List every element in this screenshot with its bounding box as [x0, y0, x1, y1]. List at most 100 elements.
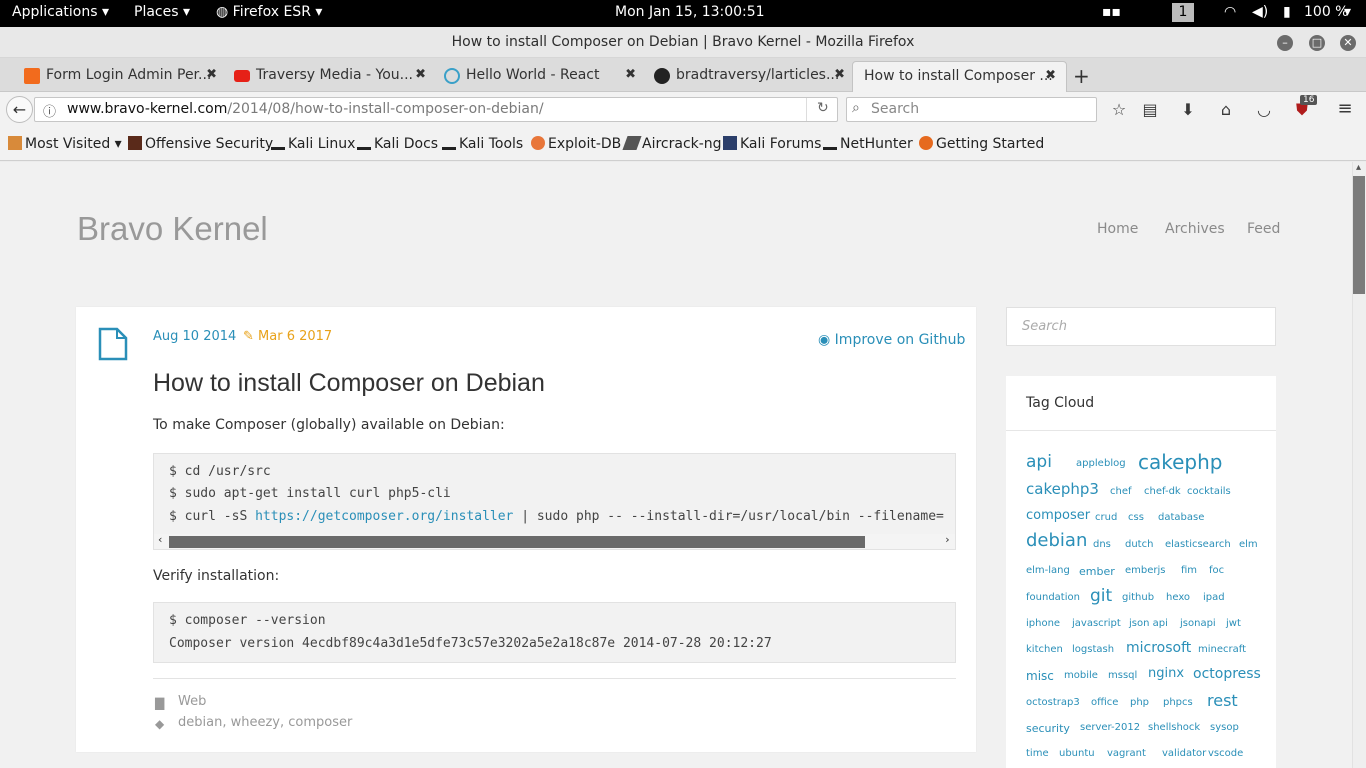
reader-list-icon[interactable]: ▤	[1140, 100, 1160, 119]
installer-link[interactable]: https://getcomposer.org/installer	[255, 509, 513, 524]
tag-link[interactable]: office	[1091, 697, 1118, 708]
tag-link[interactable]: jwt	[1226, 618, 1241, 629]
pocket-icon[interactable]: ◡	[1254, 100, 1274, 119]
tag-link[interactable]: ipad	[1203, 592, 1225, 603]
close-tab-icon[interactable]: ✖	[625, 67, 636, 82]
maximize-icon[interactable]: □	[1309, 35, 1325, 51]
tag-link[interactable]: rest	[1207, 691, 1238, 710]
tag-link[interactable]: emberjs	[1125, 565, 1166, 576]
bookmark-aircrack-ng[interactable]: Aircrack-ng	[622, 136, 722, 152]
new-tab-icon[interactable]: +	[1073, 64, 1090, 88]
tag-link[interactable]: misc	[1026, 669, 1054, 683]
tag-link[interactable]: fim	[1181, 565, 1197, 576]
page-scroll-thumb[interactable]	[1353, 176, 1365, 294]
close-tab-icon[interactable]: ✖	[415, 67, 426, 82]
tag-link[interactable]: nginx	[1148, 666, 1184, 681]
tag-link[interactable]: css	[1128, 512, 1144, 523]
tag-link[interactable]: octostrap3	[1026, 697, 1080, 708]
tag-link[interactable]: foc	[1209, 565, 1224, 576]
tag-link[interactable]: chef-dk	[1144, 486, 1181, 497]
tag-link[interactable]: mssql	[1108, 670, 1137, 681]
hamburger-menu-icon[interactable]: ≡	[1335, 98, 1355, 119]
tab-traversy-media[interactable]: Traversy Media - You... ✖	[234, 61, 426, 92]
clock[interactable]: Mon Jan 15, 13:00:51	[615, 4, 765, 20]
tag-link[interactable]: crud	[1095, 512, 1117, 523]
tab-hello-world-react[interactable]: Hello World - React ✖	[444, 61, 636, 92]
tab-bradtraversy-larticles[interactable]: bradtraversy/larticles... ✖	[654, 61, 845, 92]
tag-link[interactable]: database	[1158, 512, 1204, 523]
nav-home[interactable]: Home	[1097, 221, 1138, 237]
back-icon[interactable]: ←	[6, 96, 33, 123]
tag-link[interactable]: php	[1130, 697, 1149, 708]
wifi-icon[interactable]: ◠	[1224, 4, 1236, 20]
tab-form-login[interactable]: Form Login Admin Per... ✖	[24, 61, 217, 92]
downloads-icon[interactable]: ⬇	[1178, 100, 1198, 119]
sidebar-search-input[interactable]: Search	[1006, 307, 1276, 346]
bookmark-getting-started[interactable]: Getting Started	[919, 136, 1044, 152]
tag-link[interactable]: ubuntu	[1059, 748, 1095, 759]
workspace-indicator[interactable]: 1	[1172, 3, 1194, 22]
tag-link[interactable]: javascript	[1072, 618, 1121, 629]
bookmark-kali-linux[interactable]: Kali Linux	[271, 136, 355, 152]
tag-link[interactable]: security	[1026, 722, 1070, 735]
nav-archives[interactable]: Archives	[1165, 221, 1225, 237]
tag-link[interactable]: kitchen	[1026, 644, 1063, 655]
bookmark-nethunter[interactable]: NetHunter	[823, 136, 913, 152]
tag-link[interactable]: blog	[1104, 458, 1126, 469]
bookmark-offensive-security[interactable]: Offensive Security	[128, 136, 273, 152]
tag-link[interactable]: octopress	[1193, 666, 1261, 682]
search-bar[interactable]: ⌕ Search	[846, 97, 1097, 122]
battery-icon[interactable]: ▮	[1283, 4, 1291, 20]
tag-link[interactable]: elm	[1239, 539, 1258, 550]
tag-link[interactable]: hexo	[1166, 592, 1190, 603]
applications-menu[interactable]: Applications ▾	[12, 4, 109, 20]
volume-icon[interactable]: ◀)	[1252, 4, 1268, 20]
tag-link[interactable]: elasticsearch	[1165, 539, 1231, 550]
tag-link[interactable]: debian	[1026, 530, 1087, 551]
bookmark-most-visited[interactable]: Most Visited ▾	[8, 136, 122, 152]
minimize-icon[interactable]: –	[1277, 35, 1293, 51]
tag-link[interactable]: validator	[1162, 748, 1206, 759]
bookmark-star-icon[interactable]: ☆	[1109, 100, 1129, 119]
nav-feed[interactable]: Feed	[1247, 221, 1280, 237]
places-menu[interactable]: Places ▾	[134, 4, 190, 20]
tag-link[interactable]: sysop	[1210, 722, 1239, 733]
bookmark-exploit-db[interactable]: Exploit-DB	[531, 136, 621, 152]
tag-link[interactable]: elm-lang	[1026, 565, 1070, 576]
close-tab-icon[interactable]: ✖	[206, 67, 217, 82]
tag-link[interactable]: iphone	[1026, 618, 1060, 629]
code-horizontal-scrollbar[interactable]: ‹ ›	[154, 533, 955, 549]
improve-on-github-link[interactable]: ◉ Improve on Github	[818, 332, 965, 348]
tag-link[interactable]: git	[1090, 586, 1112, 606]
scroll-left-icon[interactable]: ‹	[157, 533, 164, 546]
tag-link[interactable]: jsonapi	[1180, 618, 1216, 629]
info-icon[interactable]: ⓘ	[43, 101, 56, 120]
camera-icon[interactable]: ▪▪	[1102, 4, 1121, 20]
tag-link[interactable]: phpcs	[1163, 697, 1193, 708]
home-icon[interactable]: ⌂	[1216, 100, 1236, 119]
tag-link[interactable]: server-2012	[1080, 722, 1140, 733]
tag-link[interactable]: shellshock	[1148, 722, 1200, 733]
bookmark-kali-forums[interactable]: Kali Forums	[723, 136, 821, 152]
tag-link[interactable]: cakephp3	[1026, 480, 1099, 498]
scroll-right-icon[interactable]: ›	[944, 533, 951, 546]
tag-link[interactable]: vscode	[1208, 748, 1243, 759]
tag-link[interactable]: microsoft	[1126, 640, 1191, 656]
close-window-icon[interactable]: ✕	[1340, 35, 1356, 51]
tab-how-to-install-composer[interactable]: How to install Composer ... ✖	[852, 61, 1067, 92]
tag-link[interactable]: api	[1026, 452, 1052, 472]
reload-icon[interactable]: ↻	[817, 100, 829, 116]
tag-link[interactable]: logstash	[1072, 644, 1114, 655]
tag-link[interactable]: mobile	[1064, 670, 1098, 681]
tag-link[interactable]: cakephp	[1138, 450, 1223, 474]
tag-link[interactable]: foundation	[1026, 592, 1080, 603]
tag-link[interactable]: minecraft	[1198, 644, 1246, 655]
close-tab-icon[interactable]: ✖	[1045, 68, 1056, 83]
tag-link[interactable]: vagrant	[1107, 748, 1146, 759]
tag-link[interactable]: chef	[1110, 486, 1132, 497]
tag-link[interactable]: apple	[1076, 458, 1104, 469]
url-bar[interactable]: ⓘ www.bravo-kernel.com/2014/08/how-to-in…	[34, 97, 838, 122]
system-menu-chevron-icon[interactable]: ▾	[1344, 4, 1351, 20]
tag-link[interactable]: github	[1122, 592, 1154, 603]
tag-link[interactable]: ember	[1079, 565, 1115, 578]
